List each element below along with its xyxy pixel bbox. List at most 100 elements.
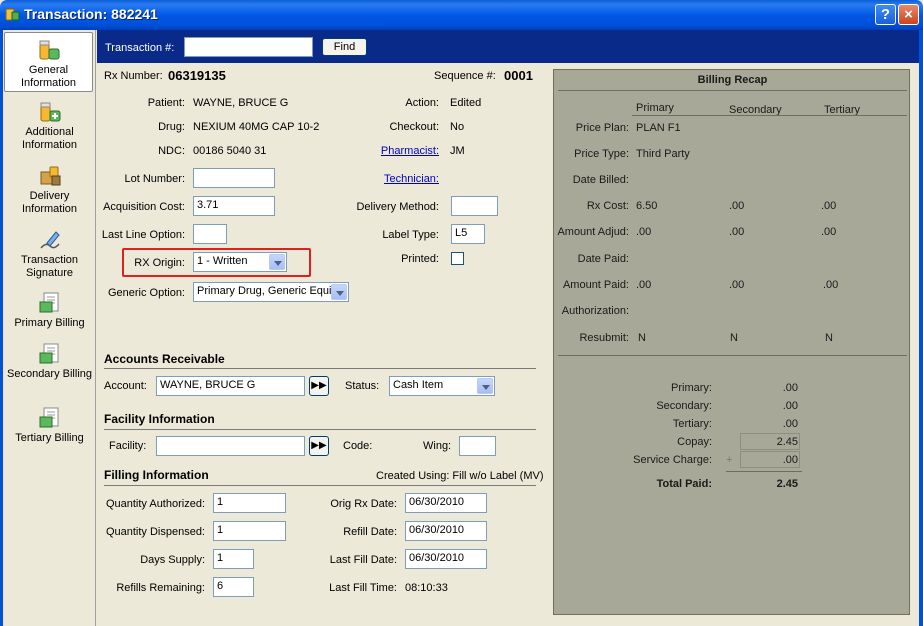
sidebar-item-label: Primary Billing [14,317,85,329]
sidebar: General Information Additional Informati… [3,30,96,626]
total-tertiary-value: .00 [782,418,798,430]
price-plan-label: Price Plan: [575,122,629,134]
pill-bottles-icon [39,40,59,60]
find-button[interactable]: Find [322,38,367,56]
printed-checkbox[interactable] [451,252,464,265]
filling-information-heading: Filling Information [104,468,209,482]
refill-date-field[interactable]: 06/30/2010 [405,521,487,541]
sidebar-item-delivery-information[interactable]: Delivery Information [3,164,96,216]
chevron-down-icon[interactable] [331,284,347,300]
total-secondary-label: Secondary: [656,400,712,412]
sidebar-item-tertiary-billing[interactable]: Tertiary Billing [3,406,96,445]
total-paid-value: 2.45 [776,478,798,490]
generic-option-select[interactable]: Primary Drug, Generic Equiv [193,282,349,302]
refills-remaining-field[interactable]: 6 [213,577,254,597]
delivery-method-field[interactable] [451,196,498,216]
pharmacist-link[interactable]: Pharmacist: [337,145,439,157]
facility-lookup-button[interactable]: ▶▶ [309,436,329,456]
amount-adjud-secondary: .00 [729,226,745,238]
resubmit-tertiary: N [825,332,833,344]
transaction-number-label: Transaction #: [105,42,175,54]
amount-paid-secondary: .00 [729,279,745,291]
resubmit-label: Resubmit: [579,332,629,344]
orig-rx-date-label: Orig Rx Date: [330,498,397,510]
days-supply-label: Days Supply: [140,554,205,566]
total-primary-label: Primary: [671,382,712,394]
rx-origin-select[interactable]: 1 - Written [193,252,287,272]
authorization-label: Authorization: [561,305,629,317]
facility-information-heading: Facility Information [104,412,215,426]
sequence-label: Sequence #: [434,70,496,82]
printed-label: Printed: [401,253,439,265]
billing-recap-title: Billing Recap [697,74,768,86]
wing-field[interactable] [459,436,496,456]
total-tertiary-label: Tertiary: [672,418,712,430]
pharmacist-value: JM [450,145,465,157]
ndc-value: 00186 5040 31 [193,145,267,157]
total-primary-value: .00 [782,382,798,394]
chevron-down-icon[interactable] [477,378,493,394]
days-supply-field[interactable]: 1 [213,549,254,569]
last-fill-date-field[interactable]: 06/30/2010 [405,549,487,569]
quantity-dispensed-field[interactable]: 1 [213,521,286,541]
transaction-number-input[interactable] [184,37,313,57]
quantity-authorized-label: Quantity Authorized: [105,498,205,510]
section-divider [104,485,536,486]
account-lookup-button[interactable]: ▶▶ [309,376,329,396]
pill-bottles-plus-icon [40,102,60,122]
orig-rx-date-field[interactable]: 06/30/2010 [405,493,487,513]
status-value: Cash Item [393,379,444,391]
patient-label: Patient: [147,97,185,109]
date-billed-label: Date Billed: [572,174,629,186]
window-frame-right [919,30,923,626]
rx-cost-label: Rx Cost: [586,200,629,212]
quantity-dispensed-label: Quantity Dispensed: [105,526,205,538]
section-divider [104,368,536,369]
code-label: Code: [343,440,373,452]
app-icon [5,8,20,21]
accounts-receivable-heading: Accounts Receivable [104,352,225,366]
refills-remaining-label: Refills Remaining: [116,582,205,594]
chevron-down-icon[interactable] [269,254,285,270]
price-type-label: Price Type: [574,148,629,160]
sidebar-item-label: Tertiary Billing [15,432,84,444]
account-field[interactable]: WAYNE, BRUCE G [156,376,305,396]
title-bar: Transaction: 882241 ? × [0,0,923,30]
recap-divider [558,90,907,91]
quantity-authorized-field[interactable]: 1 [213,493,286,513]
close-button[interactable]: × [898,4,919,25]
amount-paid-tertiary: .00 [823,279,839,291]
sidebar-item-additional-information[interactable]: Additional Information [3,100,96,152]
sidebar-item-primary-billing[interactable]: Primary Billing [3,291,96,330]
rx-number-value: 06319135 [168,68,226,83]
status-select[interactable]: Cash Item [389,376,495,396]
section-divider [104,429,536,430]
service-charge-value: .00 [782,454,798,466]
technician-link[interactable]: Technician: [337,173,439,185]
sidebar-item-label: Transaction Signature [20,254,79,279]
last-line-option-label: Last Line Option: [101,229,185,241]
acquisition-cost-label: Acquisition Cost: [103,201,185,213]
wing-label: Wing: [423,440,452,452]
facility-field[interactable] [156,436,305,456]
sidebar-item-secondary-billing[interactable]: Secondary Billing [3,342,96,381]
sequence-value: 0001 [504,68,533,83]
status-label: Status: [345,380,380,392]
generic-option-value: Primary Drug, Generic Equiv [197,285,337,297]
drug-value: NEXIUM 40MG CAP 10-2 [193,121,320,133]
sidebar-item-general-information[interactable]: General Information [4,32,93,92]
sidebar-item-transaction-signature[interactable]: Transaction Signature [3,228,96,280]
rx-cost-primary: 6.50 [636,200,658,212]
last-line-option-field[interactable] [193,224,227,244]
service-charge-label: Service Charge: [633,454,712,466]
amount-adjud-primary: .00 [636,226,652,238]
facility-label: Facility: [109,440,147,452]
acquisition-cost-field[interactable]: 3.71 [193,196,275,216]
col-primary-header: Primary [636,102,674,114]
help-button[interactable]: ? [875,4,896,25]
lot-number-field[interactable] [193,168,275,188]
generic-option-label: Generic Option: [107,287,185,299]
close-icon: × [904,6,913,23]
copay-label: Copay: [677,436,712,448]
label-type-field[interactable]: L5 [451,224,485,244]
